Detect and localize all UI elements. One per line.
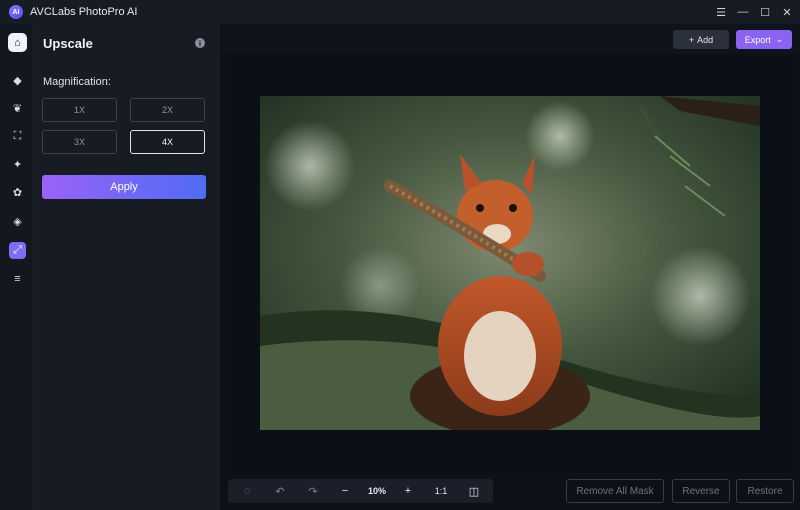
preview-image [260, 96, 760, 430]
canvas-toolbar: ◌ ↶ ↷ − 10% + 1:1 ◫ [228, 479, 493, 503]
actual-size-button[interactable]: 1:1 [429, 479, 453, 503]
crop-icon[interactable]: ⛶ [9, 128, 26, 145]
close-button[interactable]: ✕ [778, 3, 796, 21]
add-label: Add [697, 34, 714, 45]
app-title: AVCLabs PhotoPro AI [30, 6, 138, 18]
colorize-icon[interactable]: ◈ [9, 213, 26, 230]
export-label: Export [744, 34, 771, 45]
reverse-button[interactable]: Reverse [672, 479, 730, 503]
upscale-panel: Upscale i Magnification: 1X 2X 3X 4X App… [34, 24, 220, 510]
zoom-level-value: 10% [367, 486, 386, 496]
minimize-button[interactable]: — [734, 3, 752, 21]
magnification-label: Magnification: [43, 76, 111, 88]
redo-icon[interactable]: ↷ [304, 479, 322, 503]
apply-button[interactable]: Apply [42, 175, 206, 199]
remove-all-mask-button[interactable]: Remove All Mask [566, 479, 664, 503]
undo-icon[interactable]: ↶ [271, 479, 289, 503]
zoom-in-button[interactable]: + [399, 479, 417, 503]
zoom-level: 10% [362, 479, 392, 503]
title-bar: AI AVCLabs PhotoPro AI ☰ — ☐ ✕ [0, 0, 800, 24]
plus-icon: + [688, 34, 695, 45]
face-icon[interactable]: ❦ [9, 100, 26, 117]
menu-icon[interactable]: ☰ [712, 3, 730, 21]
magnification-3x-button[interactable]: 3X [42, 130, 117, 154]
magnification-1x-button[interactable]: 1X [42, 98, 117, 122]
chevron-down-icon: ⌄ [775, 34, 784, 44]
magic-icon[interactable]: ✦ [9, 156, 26, 173]
eraser-icon[interactable]: ◆ [9, 72, 26, 89]
blur-icon[interactable]: ✿ [9, 184, 26, 201]
adjust-icon[interactable]: ≡ [9, 270, 26, 287]
panel-title: Upscale [43, 36, 93, 51]
magnification-2x-button[interactable]: 2X [130, 98, 205, 122]
export-button[interactable]: Export ⌄ [736, 30, 792, 49]
home-icon[interactable]: ⌂ [8, 33, 27, 52]
restore-button[interactable]: Restore [736, 479, 794, 503]
add-button[interactable]: + Add [673, 30, 729, 49]
zoom-out-button[interactable]: − [336, 479, 354, 503]
info-icon[interactable]: i [195, 38, 205, 48]
select-area-icon[interactable]: ◌ [238, 479, 256, 503]
app-logo-icon: AI [9, 5, 23, 19]
magnification-4x-button[interactable]: 4X [130, 130, 205, 154]
actual-size-label: 1:1 [434, 486, 448, 496]
compare-icon[interactable]: ◫ [465, 479, 483, 503]
upscale-icon[interactable]: ⤢ [9, 242, 26, 259]
tool-rail: ⌂ ◆ ❦ ⛶ ✦ ✿ ◈ ⤢ ≡ [0, 24, 34, 510]
maximize-button[interactable]: ☐ [756, 3, 774, 21]
